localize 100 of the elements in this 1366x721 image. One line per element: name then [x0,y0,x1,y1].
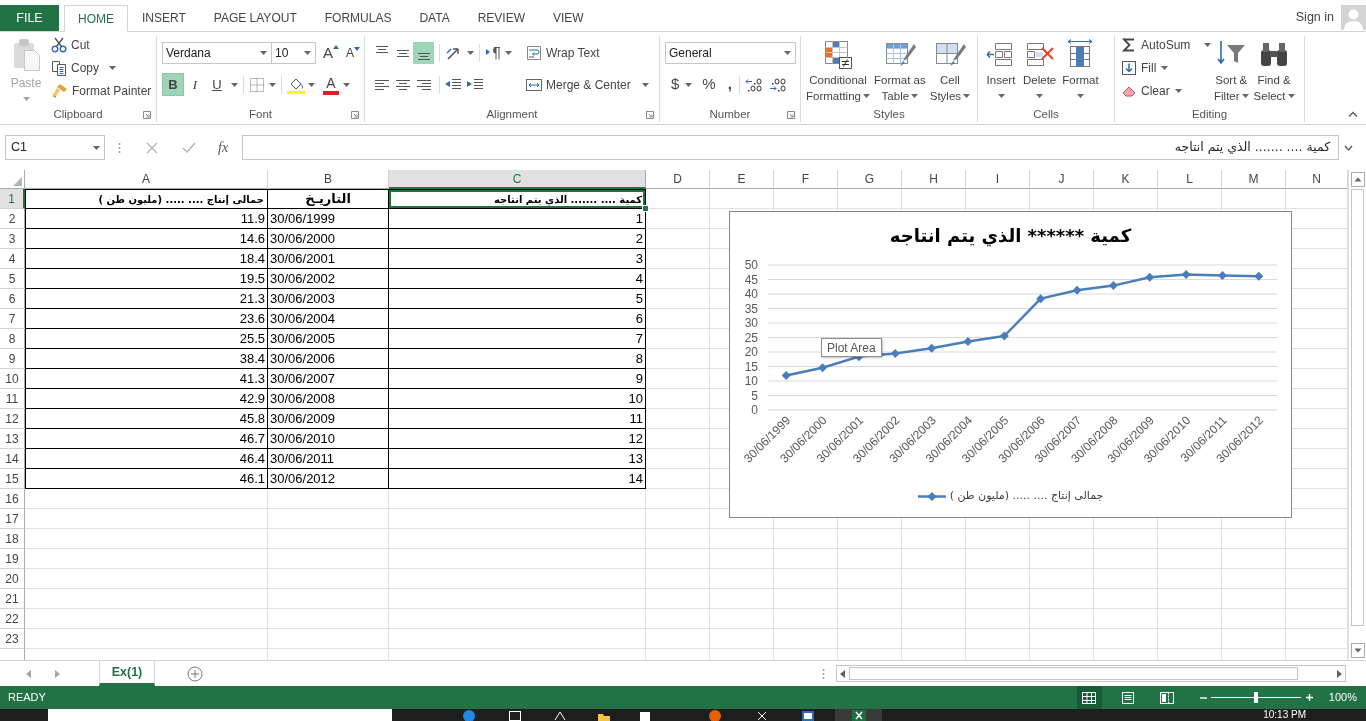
zoom-in-icon[interactable] [1305,694,1313,701]
cell-styles-button[interactable]: Cell Styles [927,36,973,104]
percent-button[interactable]: % [702,73,716,96]
taskbar-app-icon[interactable] [851,710,866,721]
column-header[interactable]: D [646,170,710,189]
name-box[interactable]: C1 [5,135,105,160]
paragraph-mark-icon[interactable] [485,45,501,61]
sign-in-link[interactable]: Sign in [1295,8,1334,27]
column-header[interactable]: F [774,170,838,189]
row-header[interactable]: 22 [0,609,25,629]
row-header[interactable]: 11 [0,389,25,409]
insert-function-button[interactable]: fx [217,135,230,160]
column-header[interactable]: H [902,170,966,189]
row-header[interactable]: 19 [0,549,25,569]
row-header[interactable]: 6 [0,289,25,309]
column-header[interactable]: K [1094,170,1158,189]
formula-field[interactable]: كمية .... ....... الذي يتم انتاجه [242,135,1340,160]
expand-icon[interactable] [1344,144,1354,151]
italic-button[interactable]: I [184,73,206,96]
row-header[interactable]: 5 [0,269,25,289]
shrink-font-button[interactable]: A [345,42,362,64]
currency-button[interactable]: $ [671,73,693,96]
column-header[interactable]: G [838,170,902,189]
column-header[interactable]: J [1030,170,1094,189]
row-header[interactable]: 7 [0,309,25,329]
format-as-table-button[interactable]: Format as Table [871,36,928,104]
dialog-launcher-icon[interactable] [351,110,359,119]
scrollbar-thumb[interactable] [1351,189,1364,626]
row-header[interactable]: 16 [0,489,25,509]
zoom-slider-track[interactable] [1210,692,1301,703]
copy-button[interactable]: Copy [49,56,154,79]
zoom-out-icon[interactable] [1199,696,1207,699]
scroll-down-icon[interactable] [1350,643,1365,658]
normal-view-button[interactable] [1076,686,1102,709]
autosum-button[interactable]: AutoSum [1119,33,1212,56]
ribbon-tab[interactable]: PAGE LAYOUT [199,4,311,31]
taskbar-app-icon[interactable] [638,710,652,721]
ribbon-tab[interactable]: VIEW [539,4,598,31]
wrap-text-button[interactable]: Wrap Text [526,42,649,64]
taskbar-app-icon[interactable] [508,710,522,721]
dialog-launcher-icon[interactable] [143,110,151,119]
zoom-slider-thumb[interactable] [1253,692,1258,703]
decrease-decimal-icon[interactable] [768,77,787,92]
increase-indent-icon[interactable] [467,79,483,90]
checkmark-icon[interactable] [182,141,196,154]
merge-center-button[interactable]: Merge & Center [526,73,649,96]
column-header[interactable]: N [1286,170,1348,189]
column-header[interactable]: C [389,170,646,189]
format-button[interactable]: Format [1060,36,1101,104]
row-header[interactable]: 8 [0,329,25,349]
row-header[interactable]: 9 [0,349,25,369]
add-sheet-icon[interactable] [187,665,203,682]
row-header[interactable]: 18 [0,529,25,549]
font-color-button[interactable]: A [322,74,340,95]
column-header[interactable]: L [1158,170,1222,189]
ribbon-tab[interactable]: DATA [405,4,464,31]
taskbar-search-field[interactable] [48,709,392,721]
row-header[interactable]: 10 [0,369,25,389]
increase-decimal-icon[interactable] [744,77,763,92]
scrollbar-thumb[interactable] [849,667,1298,680]
collapse-ribbon-icon[interactable] [1348,111,1358,117]
row-header[interactable]: 14 [0,449,25,469]
taskbar-app-icon[interactable] [801,710,815,721]
sheet-tab[interactable]: Ex(1) [99,661,155,686]
row-header[interactable]: 17 [0,509,25,529]
taskbar-app-icon[interactable] [755,710,769,721]
row-header[interactable]: 4 [0,249,25,269]
format-painter-button[interactable]: Format Painter [49,79,154,102]
row-header[interactable]: 2 [0,209,25,229]
dialog-launcher-icon[interactable] [787,110,795,119]
row-header[interactable]: 3 [0,229,25,249]
dialog-launcher-icon[interactable] [646,110,654,119]
scroll-up-icon[interactable] [1350,172,1365,187]
scroll-right-icon[interactable] [1337,669,1342,678]
column-header[interactable]: I [966,170,1030,189]
underline-button[interactable]: U [206,73,228,96]
clear-button[interactable]: Clear [1119,79,1212,102]
ribbon-tab[interactable]: REVIEW [463,4,539,31]
conditional-formatting-button[interactable]: Conditional Formatting [804,36,872,104]
decrease-indent-icon[interactable] [445,79,461,90]
find-select-button[interactable]: Find & Select [1251,36,1297,104]
comma-button[interactable]: , [725,73,734,96]
scroll-left-icon[interactable] [840,669,845,678]
row-header[interactable]: 12 [0,409,25,429]
font-name-combobox[interactable]: Verdana [162,42,272,64]
number-format-combobox[interactable]: General [665,42,796,64]
ribbon-tab[interactable]: FORMULAS [310,4,406,31]
column-header[interactable]: A [25,170,268,189]
fill-handle[interactable] [642,205,649,212]
row-header[interactable]: 20 [0,569,25,589]
ribbon-tab[interactable]: HOME [64,5,128,32]
column-header[interactable]: M [1222,170,1286,189]
row-header[interactable]: 1 [0,189,25,209]
zoom-level-text[interactable]: 100% [1328,689,1357,706]
taskbar-app-icon[interactable] [553,710,567,721]
column-header[interactable]: B [268,170,389,189]
align-bottom-button[interactable] [413,42,434,64]
row-header[interactable]: 15 [0,469,25,489]
horizontal-scrollbar[interactable] [836,665,1346,682]
row-header[interactable]: 13 [0,429,25,449]
